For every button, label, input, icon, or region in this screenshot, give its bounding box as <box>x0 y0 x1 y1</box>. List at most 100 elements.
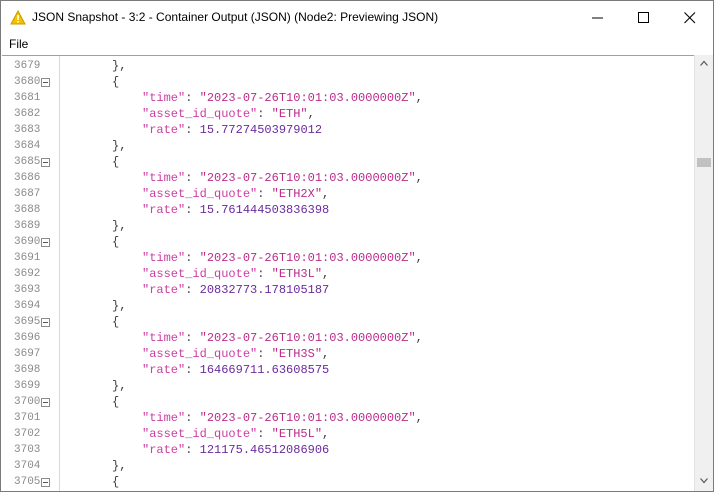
close-button[interactable] <box>667 1 713 34</box>
code-text: "asset_id_quote": "ETH", <box>142 107 315 121</box>
line-number: 3689 <box>14 220 41 232</box>
code-line: 3690 { <box>2 234 694 250</box>
line-number: 3700 <box>14 396 41 408</box>
code-line: 3701 "time": "2023-07-26T10:01:03.0000000… <box>2 410 694 426</box>
line-number: 3701 <box>14 412 41 424</box>
line-number: 3699 <box>14 380 41 392</box>
code-line: 3696 "time": "2023-07-26T10:01:03.0000000… <box>2 330 694 346</box>
code-line: 3684}, <box>2 138 694 154</box>
code-text: "rate": 15.761444503836398 <box>142 203 330 217</box>
json-key: "time" <box>142 411 186 425</box>
line-number: 3682 <box>14 108 41 120</box>
close-icon <box>684 12 696 24</box>
fold-toggle-icon[interactable] <box>41 158 50 167</box>
line-number: 3693 <box>14 284 41 296</box>
json-key: "rate" <box>142 283 186 297</box>
code-text: "asset_id_quote": "ETH3L", <box>142 267 330 281</box>
code-line: 3682 "asset_id_quote": "ETH", <box>2 106 694 122</box>
line-number: 3702 <box>14 428 41 440</box>
line-number: 3690 <box>14 236 41 248</box>
json-value: "2023-07-26T10:01:03.0000000Z" <box>199 171 416 185</box>
code-line: 3703 "rate": 121175.46512086906 <box>2 442 694 458</box>
code-line: 3695 { <box>2 314 694 330</box>
fold-toggle-icon[interactable] <box>41 398 50 407</box>
line-number: 3705 <box>14 476 41 488</box>
code-text: "time": "2023-07-26T10:01:03.0000000Z", <box>142 251 423 265</box>
line-number: 3684 <box>14 140 41 152</box>
code-line: 3702 "asset_id_quote": "ETH5L", <box>2 426 694 442</box>
code-text: }, <box>112 459 127 473</box>
code-text: }, <box>112 219 127 233</box>
line-number: 3698 <box>14 364 41 376</box>
json-value: "ETH3S" <box>271 347 323 361</box>
code-line: 3705 { <box>2 474 694 490</box>
scrollbar-thumb[interactable] <box>697 158 711 168</box>
json-key: "time" <box>142 91 186 105</box>
code-line: 3683 "rate": 15.77274503979012 <box>2 122 694 138</box>
code-line: 3694}, <box>2 298 694 314</box>
json-key: "time" <box>142 251 186 265</box>
code-line: 3689}, <box>2 218 694 234</box>
code-text: "rate": 121175.46512086906 <box>142 443 330 457</box>
code-line: 3699}, <box>2 378 694 394</box>
line-number: 3687 <box>14 188 41 200</box>
line-number: 3697 <box>14 348 41 360</box>
code-text: "asset_id_quote": "ETH3S", <box>142 347 330 361</box>
code-text: }, <box>112 59 127 73</box>
json-key: "rate" <box>142 203 186 217</box>
line-number: 3688 <box>14 204 41 216</box>
code-text: "rate": 164669711.63608575 <box>142 363 330 377</box>
json-key: "asset_id_quote" <box>142 107 258 121</box>
code-line: 3704}, <box>2 458 694 474</box>
vertical-scrollbar[interactable] <box>694 55 713 491</box>
json-editor[interactable]: 3679}, 3680 {3681 "time": "2023-07-26T10:01… <box>2 55 694 491</box>
scroll-up-button[interactable] <box>695 55 713 72</box>
json-value: 15.761444503836398 <box>199 203 330 217</box>
json-key: "rate" <box>142 443 186 457</box>
json-value: 20832773.178105187 <box>199 283 330 297</box>
code-line: 3691 "time": "2023-07-26T10:01:03.0000000… <box>2 250 694 266</box>
line-number: 3694 <box>14 300 41 312</box>
code-line: 3688 "rate": 15.761444503836398 <box>2 202 694 218</box>
code-text: { <box>112 155 120 169</box>
code-line: 3700 { <box>2 394 694 410</box>
line-number: 3695 <box>14 316 41 328</box>
minimize-button[interactable] <box>575 1 621 34</box>
json-value: "ETH2X" <box>271 187 323 201</box>
fold-toggle-icon[interactable] <box>41 78 50 87</box>
code-text: "rate": 20832773.178105187 <box>142 283 330 297</box>
code-line: 3680 { <box>2 74 694 90</box>
code-text: { <box>112 475 120 489</box>
code-text: "time": "2023-07-26T10:01:03.0000000Z", <box>142 91 423 105</box>
json-value: "ETH5L" <box>271 427 323 441</box>
json-value: "2023-07-26T10:01:03.0000000Z" <box>199 91 416 105</box>
line-number: 3691 <box>14 252 41 264</box>
code-line: 3681 "time": "2023-07-26T10:01:03.0000000… <box>2 90 694 106</box>
code-line: 3692 "asset_id_quote": "ETH3L", <box>2 266 694 282</box>
scroll-down-button[interactable] <box>695 473 713 490</box>
json-key: "asset_id_quote" <box>142 427 258 441</box>
code-text: { <box>112 395 120 409</box>
fold-toggle-icon[interactable] <box>41 318 50 327</box>
line-number: 3685 <box>14 156 41 168</box>
json-value: 121175.46512086906 <box>199 443 330 457</box>
maximize-icon <box>638 12 649 23</box>
window-title: JSON Snapshot - 3:2 - Container Output (… <box>32 10 439 24</box>
line-number: 3692 <box>14 268 41 280</box>
line-number: 3686 <box>14 172 41 184</box>
chevron-up-icon <box>700 60 708 66</box>
json-value: "ETH" <box>271 107 308 121</box>
code-text: { <box>112 235 120 249</box>
json-key: "time" <box>142 171 186 185</box>
fold-toggle-icon[interactable] <box>41 238 50 247</box>
code-text: "time": "2023-07-26T10:01:03.0000000Z", <box>142 411 423 425</box>
line-number: 3696 <box>14 332 41 344</box>
json-key: "asset_id_quote" <box>142 347 258 361</box>
menu-file[interactable]: File <box>9 37 28 51</box>
title-bar[interactable]: JSON Snapshot - 3:2 - Container Output (… <box>1 1 713 34</box>
menu-bar: File <box>1 34 713 54</box>
maximize-button[interactable] <box>621 1 667 34</box>
json-value: "2023-07-26T10:01:03.0000000Z" <box>199 411 416 425</box>
fold-toggle-icon[interactable] <box>41 478 50 487</box>
code-line: 3685 { <box>2 154 694 170</box>
